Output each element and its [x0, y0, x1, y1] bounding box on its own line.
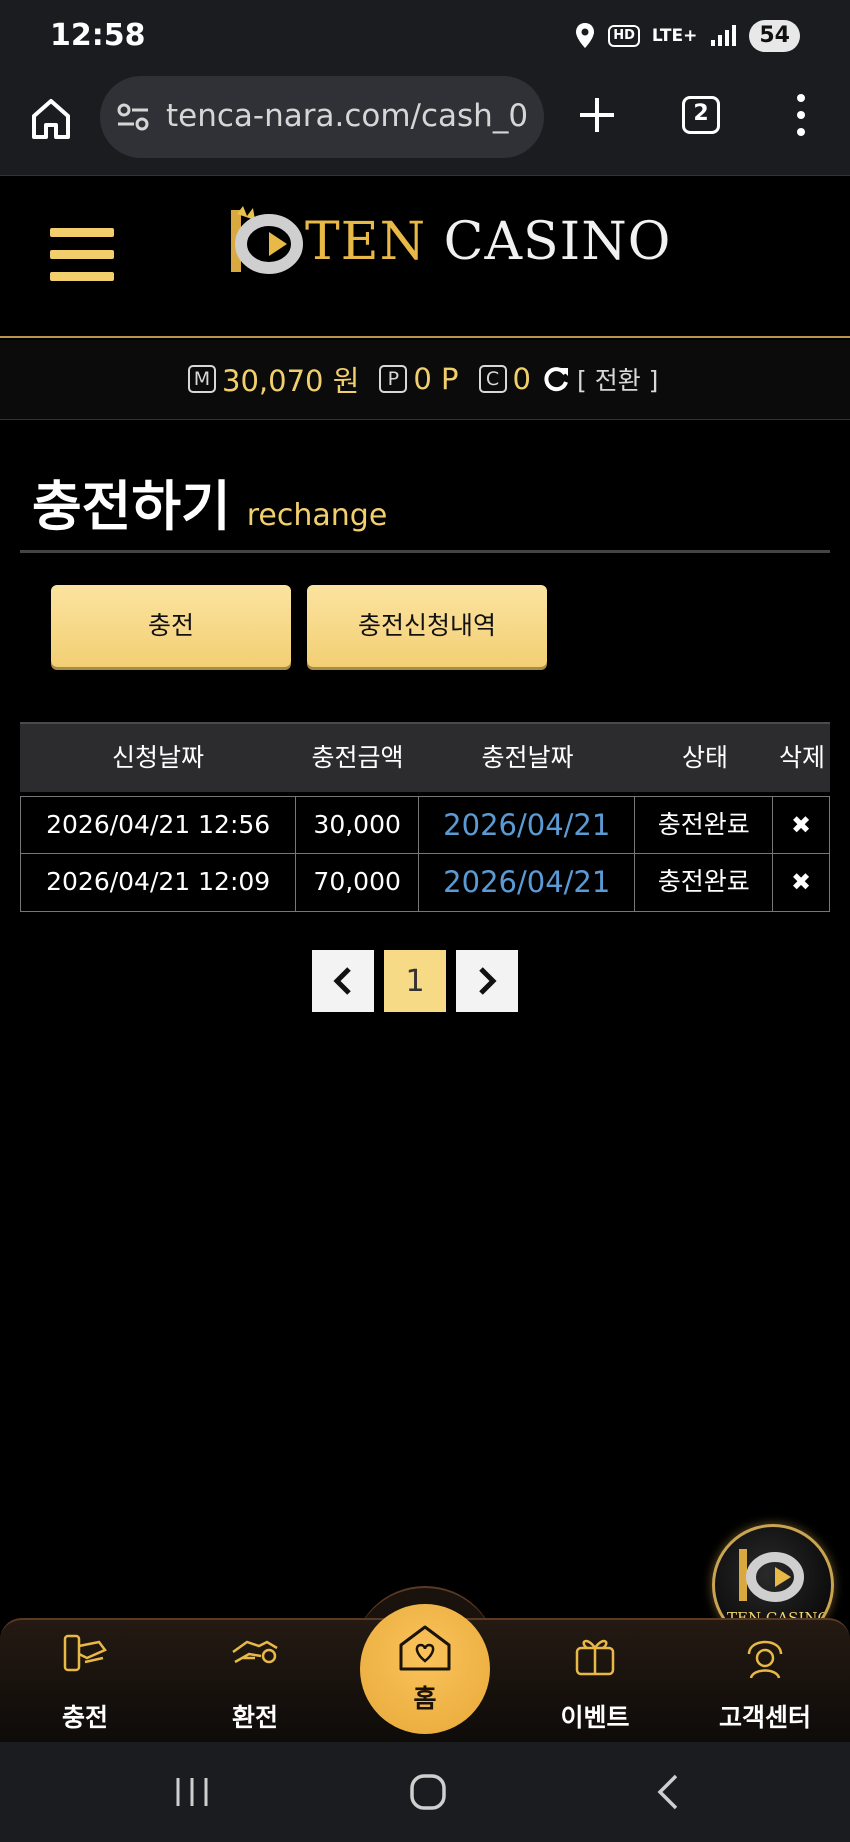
status-bar: 12:58 HD LTE+ 54: [0, 0, 850, 72]
table-row: 2026/04/21 12:56 30,000 2026/04/21 충전완료 …: [20, 796, 830, 854]
back-icon[interactable]: [652, 1772, 682, 1812]
amount-cell: 70,000: [296, 854, 420, 911]
status-cell: 충전완료: [635, 854, 774, 911]
system-nav-bar: [0, 1742, 850, 1842]
logo-mark-icon: [739, 1549, 804, 1602]
table-row: 2026/04/21 12:09 70,000 2026/04/21 충전완료 …: [20, 854, 830, 912]
site-header: TEN CASINO: [0, 176, 850, 338]
nav-event[interactable]: 이벤트: [530, 1628, 660, 1734]
site-logo[interactable]: TEN CASINO: [225, 204, 670, 284]
point-badge: P: [379, 365, 408, 393]
tab-charge[interactable]: 충전: [51, 585, 291, 667]
hamburger-menu-icon[interactable]: [50, 228, 114, 284]
home-heart-icon: [399, 1625, 451, 1671]
exchange-icon: [232, 1640, 278, 1664]
coin-balance: 0: [512, 362, 531, 396]
support-agent-icon: [747, 1640, 783, 1679]
status-time: 12:58: [50, 18, 146, 53]
status-cell: 충전완료: [635, 797, 774, 853]
charge-date-cell: 2026/04/21: [419, 854, 636, 911]
nav-support[interactable]: 고객센터: [700, 1628, 830, 1734]
money-balance: 30,070 원: [222, 364, 360, 398]
money-badge: M: [188, 365, 216, 393]
logo-mark-icon: [231, 206, 303, 274]
request-date-cell: 2026/04/21 12:56: [21, 797, 297, 853]
nav-home[interactable]: 홈: [360, 1604, 490, 1734]
nav-support-label: 고객센터: [718, 1703, 811, 1732]
column-header: 신청날짜: [111, 743, 204, 772]
point-balance: 0 P: [413, 362, 459, 396]
hd-icon: HD: [608, 25, 640, 47]
tab-switcher-button[interactable]: 2: [682, 96, 720, 134]
page-number-button[interactable]: 1: [384, 950, 446, 1012]
column-header: 삭제: [778, 743, 825, 772]
signal-icon: [711, 25, 737, 46]
chevron-left-icon: [333, 967, 351, 995]
nav-home-label: 홈: [413, 1684, 437, 1713]
logo-text: TEN CASINO: [305, 212, 672, 272]
column-header: 상태: [681, 743, 728, 772]
tab-charge-history[interactable]: 충전신청내역: [307, 585, 547, 667]
delete-icon[interactable]: ✖: [773, 854, 829, 911]
page-title-main: 충전하기: [32, 475, 231, 538]
gift-icon: [575, 1639, 615, 1676]
location-icon: [576, 23, 595, 48]
status-icons: HD LTE+ 54: [574, 20, 800, 52]
column-header: 충전금액: [311, 743, 404, 772]
nav-exchange-label: 환전: [231, 1703, 278, 1732]
prev-page-button[interactable]: [312, 950, 374, 1012]
amount-cell: 30,000: [296, 797, 420, 853]
battery-indicator: 54: [749, 20, 800, 52]
more-menu-icon[interactable]: [788, 90, 814, 140]
nav-event-label: 이벤트: [560, 1703, 630, 1732]
new-tab-icon[interactable]: [574, 92, 620, 138]
pagination: 1: [312, 950, 518, 1012]
site-settings-icon[interactable]: [116, 102, 150, 132]
page-title: 충전하기 rechange: [32, 462, 387, 541]
refresh-icon[interactable]: [541, 364, 571, 394]
next-page-button[interactable]: [456, 950, 518, 1012]
delete-icon[interactable]: ✖: [773, 797, 829, 853]
charge-history-table: 신청날짜 충전금액 충전날짜 상태 삭제 2026/04/21 12:56 30…: [20, 722, 830, 912]
page-title-sub: rechange: [246, 498, 388, 533]
charge-icon: [63, 1634, 107, 1672]
nav-charge-label: 충전: [61, 1703, 108, 1732]
browser-toolbar: tenca-nara.com/cash_0 2: [0, 72, 850, 176]
column-header: 충전날짜: [481, 743, 574, 772]
coin-badge: C: [478, 365, 507, 393]
table-header: 신청날짜 충전금액 충전날짜 상태 삭제: [20, 722, 830, 792]
system-home-icon[interactable]: [408, 1772, 448, 1812]
url-text: tenca-nara.com/cash_0: [166, 98, 529, 134]
wallet-bar: M 30,070 원 P 0 P C 0 [ 전환 ]: [0, 340, 850, 420]
recent-apps-icon[interactable]: [172, 1775, 212, 1809]
chevron-right-icon: [479, 967, 497, 995]
nav-exchange[interactable]: 환전: [190, 1628, 320, 1734]
nav-charge[interactable]: 충전: [20, 1628, 150, 1734]
address-bar[interactable]: tenca-nara.com/cash_0: [100, 76, 544, 158]
request-date-cell: 2026/04/21 12:09: [21, 854, 297, 911]
title-divider: [20, 550, 830, 553]
browser-home-icon[interactable]: [26, 94, 76, 144]
network-label: LTE+: [651, 26, 698, 46]
switch-button[interactable]: [ 전환 ]: [577, 361, 658, 397]
charge-date-cell: 2026/04/21: [419, 797, 636, 853]
